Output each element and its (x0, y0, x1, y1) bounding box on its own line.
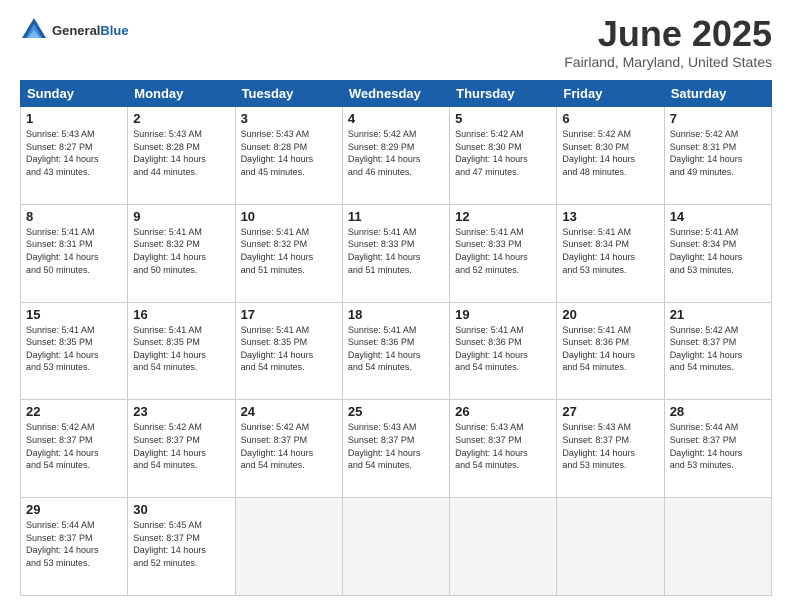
logo-blue: Blue (100, 23, 128, 38)
logo: GeneralBlue (20, 16, 129, 44)
month-title: June 2025 (564, 16, 772, 52)
logo-icon (20, 16, 48, 44)
table-row: 26Sunrise: 5:43 AM Sunset: 8:37 PM Dayli… (450, 400, 557, 498)
table-row: 23Sunrise: 5:42 AM Sunset: 8:37 PM Dayli… (128, 400, 235, 498)
table-row: 7Sunrise: 5:42 AM Sunset: 8:31 PM Daylig… (664, 107, 771, 205)
table-row: 5Sunrise: 5:42 AM Sunset: 8:30 PM Daylig… (450, 107, 557, 205)
title-section: June 2025 Fairland, Maryland, United Sta… (564, 16, 772, 70)
table-row (342, 498, 449, 596)
table-row: 21Sunrise: 5:42 AM Sunset: 8:37 PM Dayli… (664, 302, 771, 400)
table-row: 14Sunrise: 5:41 AM Sunset: 8:34 PM Dayli… (664, 204, 771, 302)
logo-text: GeneralBlue (52, 23, 129, 38)
calendar-header-row: Sunday Monday Tuesday Wednesday Thursday… (21, 81, 772, 107)
col-thursday: Thursday (450, 81, 557, 107)
table-row (557, 498, 664, 596)
table-row: 28Sunrise: 5:44 AM Sunset: 8:37 PM Dayli… (664, 400, 771, 498)
table-row: 1Sunrise: 5:43 AM Sunset: 8:27 PM Daylig… (21, 107, 128, 205)
col-tuesday: Tuesday (235, 81, 342, 107)
table-row: 24Sunrise: 5:42 AM Sunset: 8:37 PM Dayli… (235, 400, 342, 498)
table-row: 12Sunrise: 5:41 AM Sunset: 8:33 PM Dayli… (450, 204, 557, 302)
table-row (235, 498, 342, 596)
page: GeneralBlue June 2025 Fairland, Maryland… (0, 0, 792, 612)
table-row: 11Sunrise: 5:41 AM Sunset: 8:33 PM Dayli… (342, 204, 449, 302)
table-row (450, 498, 557, 596)
table-row: 30Sunrise: 5:45 AM Sunset: 8:37 PM Dayli… (128, 498, 235, 596)
table-row: 15Sunrise: 5:41 AM Sunset: 8:35 PM Dayli… (21, 302, 128, 400)
col-wednesday: Wednesday (342, 81, 449, 107)
table-row: 22Sunrise: 5:42 AM Sunset: 8:37 PM Dayli… (21, 400, 128, 498)
header: GeneralBlue June 2025 Fairland, Maryland… (20, 16, 772, 70)
table-row: 6Sunrise: 5:42 AM Sunset: 8:30 PM Daylig… (557, 107, 664, 205)
table-row (664, 498, 771, 596)
table-row: 29Sunrise: 5:44 AM Sunset: 8:37 PM Dayli… (21, 498, 128, 596)
table-row: 4Sunrise: 5:42 AM Sunset: 8:29 PM Daylig… (342, 107, 449, 205)
col-friday: Friday (557, 81, 664, 107)
table-row: 17Sunrise: 5:41 AM Sunset: 8:35 PM Dayli… (235, 302, 342, 400)
table-row: 19Sunrise: 5:41 AM Sunset: 8:36 PM Dayli… (450, 302, 557, 400)
col-saturday: Saturday (664, 81, 771, 107)
table-row: 16Sunrise: 5:41 AM Sunset: 8:35 PM Dayli… (128, 302, 235, 400)
table-row: 13Sunrise: 5:41 AM Sunset: 8:34 PM Dayli… (557, 204, 664, 302)
table-row: 25Sunrise: 5:43 AM Sunset: 8:37 PM Dayli… (342, 400, 449, 498)
col-sunday: Sunday (21, 81, 128, 107)
table-row: 10Sunrise: 5:41 AM Sunset: 8:32 PM Dayli… (235, 204, 342, 302)
logo-general: General (52, 23, 100, 38)
table-row: 8Sunrise: 5:41 AM Sunset: 8:31 PM Daylig… (21, 204, 128, 302)
col-monday: Monday (128, 81, 235, 107)
table-row: 27Sunrise: 5:43 AM Sunset: 8:37 PM Dayli… (557, 400, 664, 498)
table-row: 3Sunrise: 5:43 AM Sunset: 8:28 PM Daylig… (235, 107, 342, 205)
table-row: 2Sunrise: 5:43 AM Sunset: 8:28 PM Daylig… (128, 107, 235, 205)
table-row: 9Sunrise: 5:41 AM Sunset: 8:32 PM Daylig… (128, 204, 235, 302)
table-row: 18Sunrise: 5:41 AM Sunset: 8:36 PM Dayli… (342, 302, 449, 400)
table-row: 20Sunrise: 5:41 AM Sunset: 8:36 PM Dayli… (557, 302, 664, 400)
calendar-table: Sunday Monday Tuesday Wednesday Thursday… (20, 80, 772, 596)
location: Fairland, Maryland, United States (564, 54, 772, 70)
